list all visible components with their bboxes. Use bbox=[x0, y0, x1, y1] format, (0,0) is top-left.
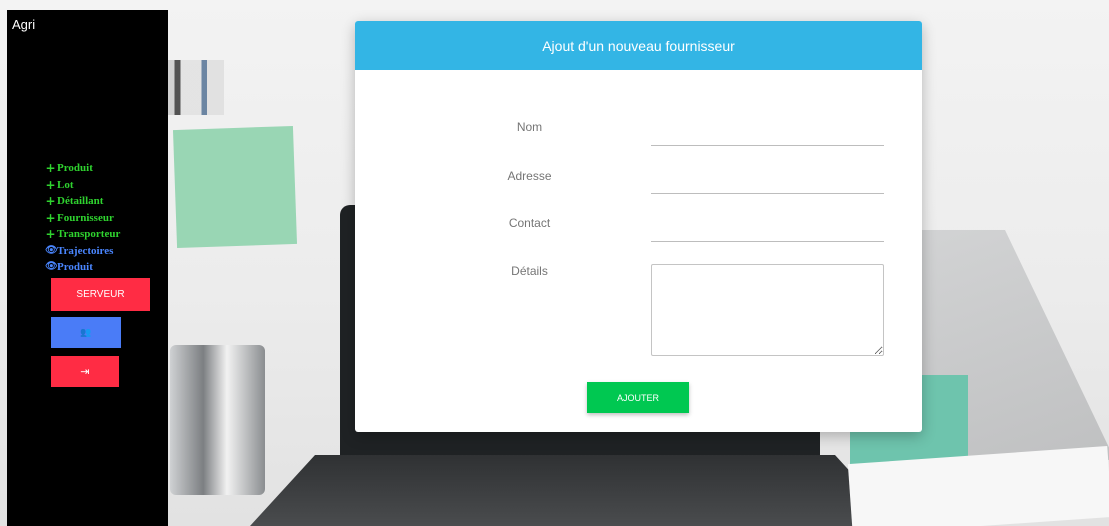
sidebar-item-view-trajectoires[interactable]: 👁 Trajectoires bbox=[45, 243, 120, 260]
plus-icon: + bbox=[45, 194, 56, 209]
card-header: Ajout d'un nouveau fournisseur bbox=[355, 21, 922, 70]
sidebar-menu: + Produit + Lot + Détaillant + Fournisse… bbox=[45, 160, 120, 276]
brand-name[interactable]: Agri bbox=[12, 17, 35, 32]
details-textarea[interactable] bbox=[651, 264, 884, 356]
nom-input[interactable] bbox=[651, 122, 884, 146]
sidebar-item-add-fournisseur[interactable]: + Fournisseur bbox=[45, 210, 120, 227]
sidebar: Agri + Produit + Lot + Détaillant + Four… bbox=[7, 10, 168, 526]
eye-icon: 👁 bbox=[45, 261, 58, 273]
background-shelf bbox=[168, 60, 224, 115]
sidebar-item-label: Produit bbox=[57, 261, 93, 273]
contact-input[interactable] bbox=[651, 218, 884, 242]
sidebar-item-label: Détaillant bbox=[57, 195, 104, 207]
sidebar-item-add-produit[interactable]: + Produit bbox=[45, 160, 120, 177]
sidebar-item-add-transporteur[interactable]: + Transporteur bbox=[45, 226, 120, 243]
background-star-card bbox=[172, 125, 298, 249]
sidebar-item-label: Transporteur bbox=[57, 228, 121, 240]
sidebar-item-add-detaillant[interactable]: + Détaillant bbox=[45, 193, 120, 210]
plus-icon: + bbox=[45, 177, 56, 192]
plus-icon: + bbox=[45, 227, 56, 242]
users-button[interactable]: 👥 bbox=[51, 317, 121, 348]
background-mug bbox=[170, 345, 265, 495]
eye-icon: 👁 bbox=[45, 244, 58, 256]
serveur-button[interactable]: SERVEUR bbox=[51, 278, 150, 311]
sidebar-item-label: Fournisseur bbox=[57, 211, 114, 224]
plus-icon: + bbox=[45, 161, 56, 176]
users-icon: 👥 bbox=[80, 327, 92, 338]
adresse-input[interactable] bbox=[651, 170, 884, 194]
add-supplier-card: Ajout d'un nouveau fournisseur Nom Adres… bbox=[355, 21, 922, 432]
sidebar-item-view-produit[interactable]: 👁 Produit bbox=[45, 259, 120, 276]
form-title: Ajout d'un nouveau fournisseur bbox=[542, 37, 735, 54]
sign-out-icon: ⇥ bbox=[80, 365, 90, 378]
plus-icon: + bbox=[45, 210, 56, 225]
sidebar-item-label: Produit bbox=[57, 162, 93, 174]
logout-button[interactable]: ⇥ bbox=[51, 356, 119, 387]
background-laptop-keyboard bbox=[250, 455, 900, 526]
ajouter-button[interactable]: AJOUTER bbox=[587, 382, 689, 413]
sidebar-item-add-lot[interactable]: + Lot bbox=[45, 177, 120, 194]
sidebar-item-label: Trajectoires bbox=[57, 244, 114, 257]
sidebar-item-label: Lot bbox=[57, 178, 74, 191]
